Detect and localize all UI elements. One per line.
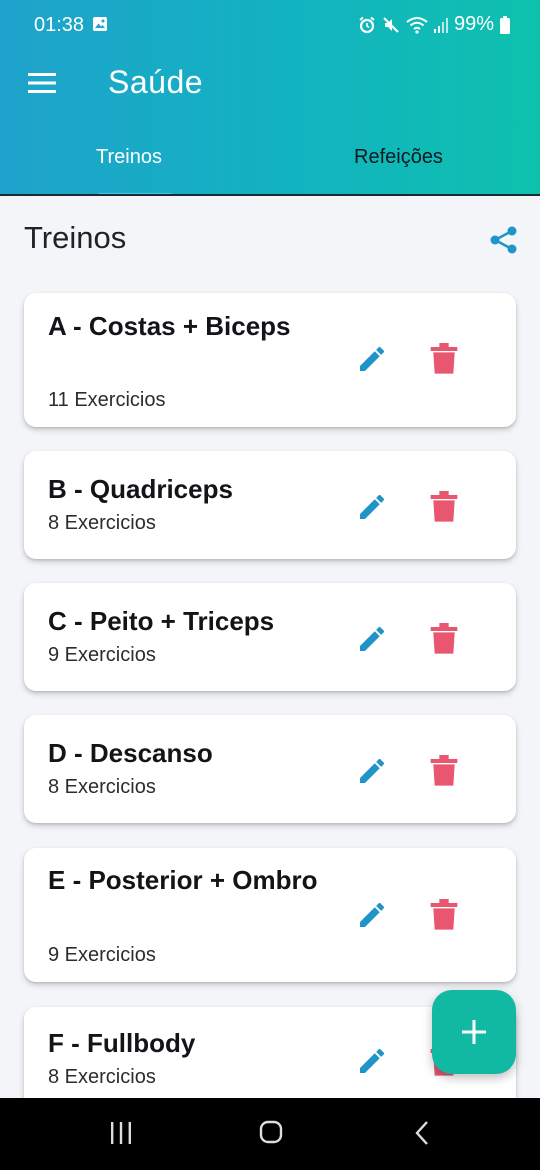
workout-card-e[interactable]: E - Posterior + Ombro 9 Exercicios <box>24 848 516 982</box>
workout-exercise-count: 8 Exercicios <box>48 512 156 534</box>
system-navigation-bar <box>0 1098 540 1170</box>
delete-icon[interactable] <box>430 491 458 523</box>
status-bar: 01:38 99% <box>0 0 540 52</box>
plus-icon <box>462 1020 486 1044</box>
wifi-icon <box>406 16 428 34</box>
share-icon[interactable] <box>488 224 520 256</box>
edit-icon[interactable] <box>356 1045 388 1077</box>
delete-icon[interactable] <box>430 623 458 655</box>
workout-card-d[interactable]: D - Descanso 8 Exercicios <box>24 715 516 823</box>
tab-bar: Treinos Refeições <box>0 132 540 196</box>
mute-icon <box>383 16 399 33</box>
workout-title: D - Descanso <box>48 738 213 768</box>
add-workout-button[interactable] <box>432 990 516 1074</box>
workout-card-b[interactable]: B - Quadriceps 8 Exercicios <box>24 451 516 559</box>
status-time: 01:38 <box>34 14 85 36</box>
recent-apps-icon[interactable] <box>110 1122 132 1144</box>
app-title: Saúde <box>108 64 204 100</box>
section-title: Treinos <box>24 220 127 255</box>
signal-icon <box>433 17 448 33</box>
workout-exercise-count: 9 Exercicios <box>48 644 156 666</box>
workout-exercise-count: 8 Exercicios <box>48 776 156 798</box>
status-indicators: 99% <box>358 13 510 36</box>
edit-icon[interactable] <box>356 899 388 931</box>
workout-card-c[interactable]: C - Peito + Triceps 9 Exercicios <box>24 583 516 691</box>
tab-treinos[interactable]: Treinos <box>96 146 162 169</box>
back-icon[interactable] <box>414 1120 430 1146</box>
edit-icon[interactable] <box>356 755 388 787</box>
edit-icon[interactable] <box>356 491 388 523</box>
delete-icon[interactable] <box>430 899 458 931</box>
workout-title: F - Fullbody <box>48 1028 196 1058</box>
home-icon[interactable] <box>259 1120 283 1144</box>
workout-card-a[interactable]: A - Costas + Biceps 11 Exercicios <box>24 293 516 427</box>
tab-refeicoes[interactable]: Refeições <box>354 146 443 169</box>
workout-exercise-count: 9 Exercicios <box>48 944 156 966</box>
battery-icon <box>500 15 510 34</box>
battery-percent: 99% <box>453 13 494 35</box>
image-notification-icon <box>93 17 107 31</box>
workout-title: A - Costas + Biceps <box>48 311 291 341</box>
workout-exercise-count: 11 Exercicios <box>48 389 166 411</box>
edit-icon[interactable] <box>356 623 388 655</box>
edit-icon[interactable] <box>356 343 388 375</box>
menu-icon[interactable] <box>28 72 56 94</box>
workout-exercise-count: 8 Exercicios <box>48 1066 156 1088</box>
app-header: 01:38 99% Saúde Treinos Refeições <box>0 0 540 196</box>
workout-title: C - Peito + Triceps <box>48 606 275 636</box>
alarm-icon <box>359 16 375 33</box>
workout-title: E - Posterior + Ombro <box>48 865 318 895</box>
delete-icon[interactable] <box>430 755 458 787</box>
header-divider <box>0 194 540 196</box>
workout-title: B - Quadriceps <box>48 474 233 504</box>
delete-icon[interactable] <box>430 343 458 375</box>
